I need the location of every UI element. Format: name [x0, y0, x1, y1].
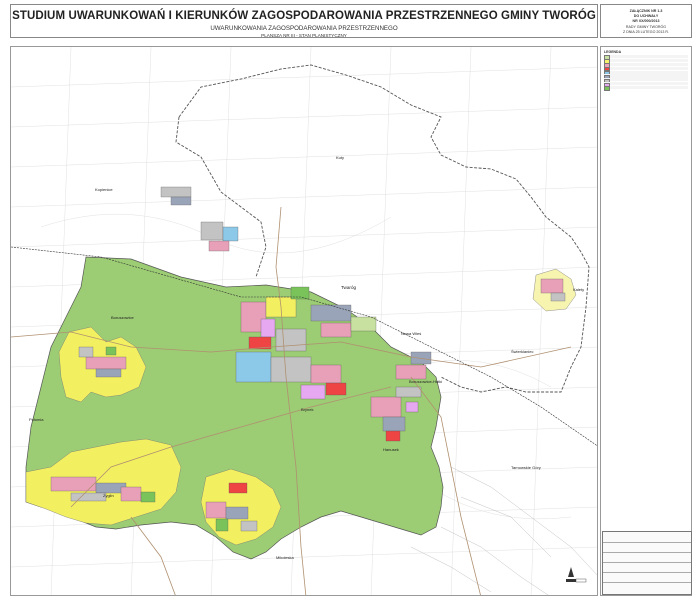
legend-row: [604, 70, 688, 76]
place-label: Kopienice: [95, 187, 113, 192]
annex-line-5: Z DNIA 25 LUTEGO 2013 R.: [623, 30, 669, 34]
legend-row: [604, 58, 688, 64]
legend-row: [604, 62, 688, 68]
legend-row: [604, 86, 688, 91]
stamp-divider: [603, 552, 691, 553]
map-canvas[interactable]: [11, 47, 598, 596]
map-frame[interactable]: Twaróg Boruszowice Kopienice Nowa Wieś B…: [10, 46, 598, 596]
legend-row: [604, 66, 688, 72]
place-label: Nowa Wieś: [401, 331, 422, 336]
annex-line-4: RADY GMINY TWORÓG: [625, 25, 667, 29]
title-box: STUDIUM UWARUNKOWAŃ I KIERUNKÓW ZAGOSPOD…: [10, 4, 598, 38]
sheet-title: PLANSZA NR III - STAN PLANISTYCZNY: [261, 33, 347, 38]
place-label: Boruszowice-Hutki: [409, 379, 443, 384]
place-label: Połomia: [29, 417, 44, 422]
stamp-divider: [603, 562, 691, 563]
stamp-divider: [603, 572, 691, 573]
annex-line-3: NR XX/000/2013: [632, 19, 660, 23]
place-label: Świerklaniec: [511, 349, 534, 354]
stamp-divider: [603, 542, 691, 543]
place-label: Brynek: [301, 407, 314, 412]
legend-row: [604, 55, 688, 60]
place-label: Tarnowskie Góry: [511, 465, 541, 470]
place-label: Kuty: [336, 155, 345, 160]
title-block-stamp: [602, 531, 692, 595]
map-title: STUDIUM UWARUNKOWAŃ I KIERUNKÓW ZAGOSPOD…: [12, 10, 596, 22]
map-subtitle: UWARUNKOWANIA ZAGOSPODAROWANIA PRZESTRZE…: [210, 25, 398, 32]
legend-row: [604, 74, 688, 80]
legend-row: [604, 82, 688, 87]
legend-swatch: [604, 86, 610, 91]
legend-heading: LEGENDA: [604, 50, 622, 54]
annex-line-1: ZAŁĄCZNIK NR 1.3: [629, 9, 663, 13]
place-label: Twaróg: [341, 285, 357, 290]
place-label: Hanusek: [383, 447, 399, 452]
stamp-divider: [603, 582, 691, 583]
legend-list: [604, 55, 688, 91]
place-label: Żyglin: [103, 493, 114, 498]
scale-bar: [566, 567, 587, 583]
place-label: Kalety: [573, 287, 585, 292]
place-label: Mikołeska: [276, 555, 294, 560]
annex-box: ZAŁĄCZNIK NR 1.3 DO UCHWAŁY NR XX/000/20…: [600, 4, 692, 38]
legend-row: [604, 78, 688, 84]
legend-panel: LEGENDA: [600, 46, 692, 596]
place-label: Boruszowice: [111, 315, 134, 320]
annex-line-2: DO UCHWAŁY: [633, 14, 659, 18]
